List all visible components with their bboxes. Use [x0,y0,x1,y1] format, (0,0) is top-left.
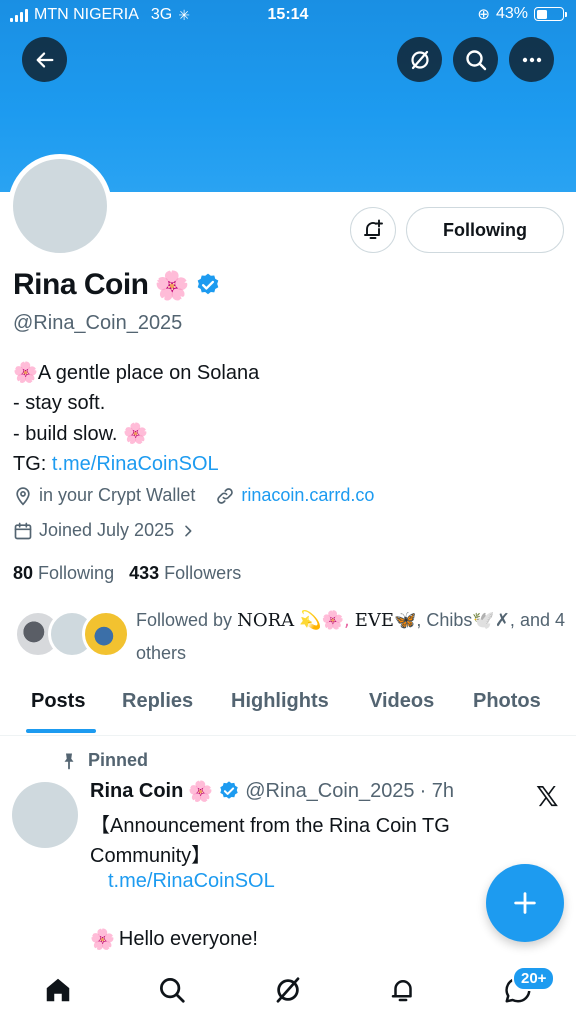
grok-icon [276,977,300,1003]
location-icon [16,486,30,506]
following-count: 80 [13,563,34,583]
nav-search[interactable] [152,970,192,1010]
following-label: Following [38,563,115,583]
pin-icon [64,753,74,769]
post-hello: Hello everyone! [118,927,258,950]
cherry-blossom-emoji: 🌸 [154,268,190,302]
bio-tg-link[interactable]: t.me/RinaCoinSOL [52,453,219,475]
cherry-blossom-emoji: 🌸 [123,421,148,445]
cherry-blossom-emoji: 🌸 [188,779,214,803]
followers-count: 433 [129,563,160,583]
back-button[interactable] [22,37,67,82]
search-icon [465,49,486,70]
search-button[interactable] [453,37,498,82]
follower-avatar [82,610,130,658]
following-count-link[interactable]: 80 Following [13,563,114,583]
pinned-label: Pinned [88,750,149,770]
cherry-blossom-emoji: 🌸 [13,360,38,384]
verified-badge-icon[interactable] [195,272,221,298]
bottom-navigation: 20+ [0,962,576,1024]
followed-by-separator: 🦋, Chibs🕊️✗, [393,610,515,630]
followers-count-link[interactable]: 433 Followers [129,563,241,583]
profile-bio: 🌸A gentle place on Solana - stay soft. -… [13,357,259,479]
profile-joined: Joined July 2025 [39,520,175,540]
bell-plus-icon [364,219,383,239]
messages-badge: 20+ [512,966,556,991]
tab-highlights[interactable]: Highlights [231,690,329,713]
nav-grok[interactable] [268,970,308,1010]
profile-tabs: Posts Replies Highlights Videos Photos [0,680,576,736]
grok-button[interactable] [397,37,442,82]
x-logo-icon[interactable]: 𝕏 [536,780,559,813]
calendar-icon [14,522,32,539]
notifications-subscribe-button[interactable] [350,207,396,253]
profile-name-row: Rina Coin 🌸 [13,268,221,302]
more-button[interactable] [509,37,554,82]
grok-icon [410,50,429,69]
post-time: · 7h [419,779,455,802]
notifications-icon [391,980,412,1002]
profile-avatar[interactable] [8,154,112,258]
following-button[interactable]: Following [406,207,564,253]
profile-name: Rina Coin [13,268,149,301]
bio-tg-label: TG: [13,453,47,475]
post-text[interactable]: 【Announcement from the Rina Coin TG Comm… [90,811,490,871]
followed-by-text: Followed by NORA 💫🌸, EVE🦋, Chibs🕊️✗, and… [136,604,576,669]
tab-posts[interactable]: Posts [31,690,85,713]
post-avatar[interactable] [12,782,78,848]
post-link[interactable]: t.me/RinaCoinSOL [108,870,275,893]
followed-by-name: NORA [237,610,295,631]
followed-by-separator: 💫🌸, [299,610,350,631]
status-bar: MTN NIGERIA 3G ✳ 15:14 ⊕ 43% [0,0,576,32]
nav-notifications[interactable] [383,970,423,1010]
profile-website-link[interactable]: rinacoin.carrd.co [241,485,374,506]
tab-photos[interactable]: Photos [473,690,541,713]
profile-location: in your Crypt Wallet [39,485,196,505]
compose-post-button[interactable] [486,864,564,942]
home-icon [46,978,70,1002]
chevron-right-icon [185,525,192,536]
tab-videos[interactable]: Videos [369,690,434,713]
nav-home[interactable] [38,970,78,1010]
tab-replies[interactable]: Replies [122,690,193,713]
bio-line-3: - build slow. [13,423,118,445]
profile-handle: @Rina_Coin_2025 [13,312,183,334]
battery-percent: 43% [495,5,528,22]
orientation-lock-icon: ⊕ [477,6,490,23]
verified-badge-icon [220,781,238,799]
bio-line-1: A gentle place on Solana [37,362,260,384]
post-header: Rina Coin 🌸 @Rina_Coin_2025 · 7h [90,779,454,803]
active-tab-indicator [26,729,96,733]
profile-meta-row: in your Crypt Wallet rinacoin.carrd.co [13,485,374,506]
post-line-2: Community】 [90,845,212,867]
battery-icon [534,7,567,21]
post-hello-line: 🌸 Hello everyone! [90,927,258,951]
back-arrow-icon [36,51,53,68]
followed-by-prefix: Followed by [136,610,233,630]
followed-by-name: EVE [354,610,394,631]
plus-icon [514,892,536,914]
bio-line-2: - stay soft. [13,392,106,414]
cherry-blossom-emoji: 🌸 [90,927,115,951]
follow-counts: 80 Following 433 Followers [13,563,241,584]
post-author-handle: @Rina_Coin_2025 [245,779,415,802]
followers-label: Followers [164,563,242,583]
search-icon [160,978,185,1003]
post-author-name[interactable]: Rina Coin [90,780,183,803]
post-line-1: 【Announcement from the Rina Coin TG [90,815,450,837]
link-icon [217,487,234,504]
more-icon [522,57,541,62]
profile-joined-row[interactable]: Joined July 2025 [13,520,196,541]
pinned-label-row: Pinned [60,750,148,771]
